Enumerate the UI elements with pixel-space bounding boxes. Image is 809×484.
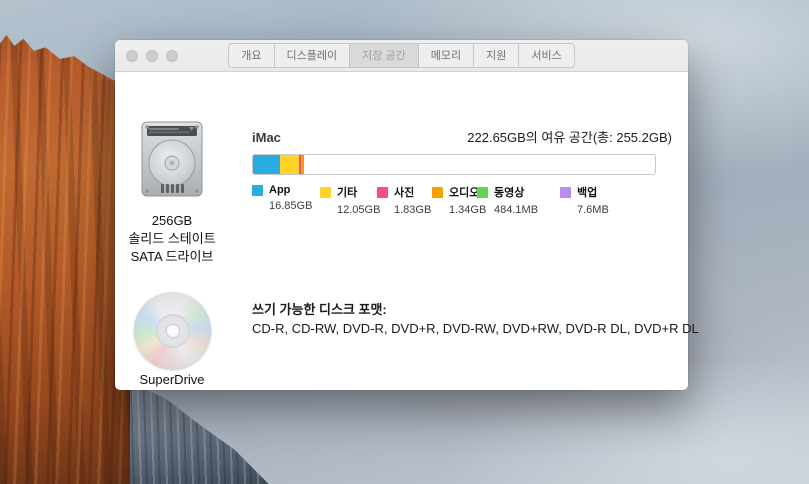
legend-label: 사진 — [394, 184, 414, 200]
usage-segment-2 — [280, 155, 299, 174]
superdrive-disc-icon — [134, 292, 211, 369]
legend-swatch — [377, 187, 388, 198]
window-titlebar[interactable]: 개요디스플레이저장 공간메모리지원서비스 — [115, 40, 688, 72]
drive-caption: 256GB 솔리드 스테이트 SATA 드라이브 — [121, 212, 223, 266]
tab-1[interactable]: 개요 — [229, 44, 273, 67]
tab-2[interactable]: 디스플레이 — [274, 44, 350, 67]
legend-item: 동영상 484.1MB — [477, 184, 538, 216]
tab-bar: 개요디스플레이저장 공간메모리지원서비스 — [228, 43, 574, 68]
drive-bus-line: SATA 드라이브 — [121, 248, 223, 266]
tab-5[interactable]: 지원 — [473, 44, 518, 67]
legend-value: 12.05GB — [337, 204, 380, 216]
legend-label: App — [269, 184, 290, 196]
legend-item: 백업 7.6MB — [560, 184, 609, 216]
legend-swatch — [432, 187, 443, 198]
disc-hole — [166, 324, 180, 338]
legend-item: App 16.85GB — [252, 184, 312, 212]
storage-pane: 256GB 솔리드 스테이트 SATA 드라이브 SuperDrive iMac… — [115, 72, 688, 390]
minimize-button[interactable] — [146, 50, 158, 62]
tab-4[interactable]: 메모리 — [418, 44, 473, 67]
storage-legend: App16.85GB기타12.05GB사진1.83GB오디오1.34GB동영상4… — [115, 184, 688, 218]
zoom-button[interactable] — [166, 50, 178, 62]
usage-segment-1 — [253, 155, 280, 174]
free-space-text: 222.65GB의 여유 공간(총: 255.2GB) — [467, 127, 672, 146]
legend-swatch — [252, 185, 263, 196]
device-name: iMac — [252, 130, 281, 145]
traffic-lights — [126, 40, 178, 72]
legend-value: 484.1MB — [494, 204, 538, 216]
drive-type-line: 솔리드 스테이트 — [121, 230, 223, 248]
close-button[interactable] — [126, 50, 138, 62]
device-row: iMac 222.65GB의 여유 공간(총: 255.2GB) — [252, 127, 672, 146]
legend-swatch — [477, 187, 488, 198]
legend-label: 백업 — [577, 184, 597, 200]
legend-item: 기타 12.05GB — [320, 184, 380, 216]
superdrive-label: SuperDrive — [121, 372, 223, 387]
legend-label: 기타 — [337, 184, 357, 200]
legend-label: 오디오 — [449, 184, 479, 200]
writable-formats-title: 쓰기 가능한 디스크 포맷: — [252, 299, 387, 318]
tab-3[interactable]: 저장 공간 — [349, 44, 418, 67]
legend-swatch — [320, 187, 331, 198]
legend-item: 사진 1.83GB — [377, 184, 431, 216]
legend-value: 7.6MB — [577, 204, 609, 216]
usage-segment-5 — [303, 155, 304, 174]
legend-value: 1.83GB — [394, 204, 431, 216]
about-this-mac-window: 개요디스플레이저장 공간메모리지원서비스 — [115, 40, 688, 390]
legend-value: 16.85GB — [269, 200, 312, 212]
legend-swatch — [560, 187, 571, 198]
tab-6[interactable]: 서비스 — [518, 44, 573, 67]
legend-label: 동영상 — [494, 184, 524, 200]
writable-formats-list: CD-R, CD-RW, DVD-R, DVD+R, DVD-RW, DVD+R… — [252, 321, 699, 336]
storage-usage-bar — [252, 154, 656, 175]
